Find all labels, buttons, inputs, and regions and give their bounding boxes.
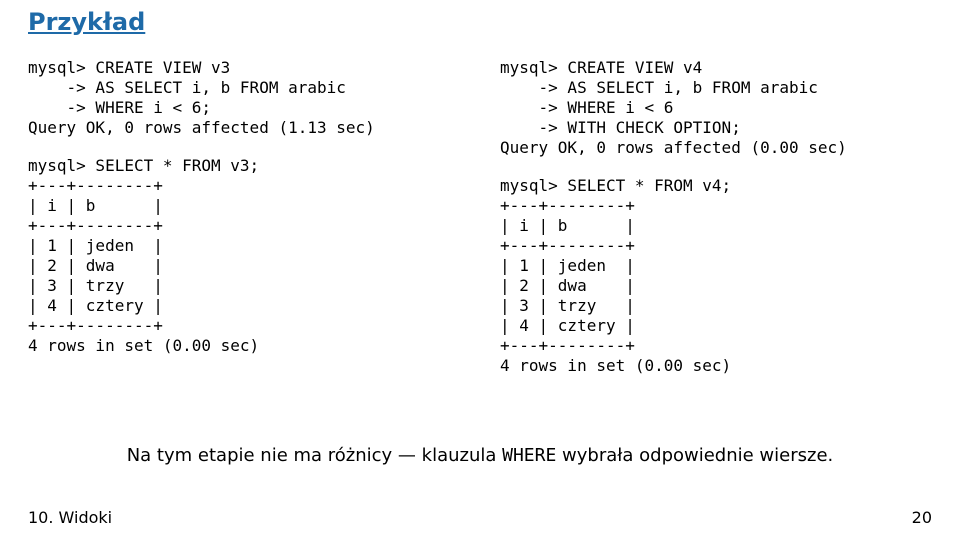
caption-pre: Na tym etapie nie ma różnicy — klauzula xyxy=(127,445,502,466)
slide: Przykład mysql> CREATE VIEW v3 -> AS SEL… xyxy=(0,0,960,537)
right-create-block: mysql> CREATE VIEW v4 -> AS SELECT i, b … xyxy=(500,58,932,158)
left-select-block: mysql> SELECT * FROM v3; +---+--------+ … xyxy=(28,156,460,356)
left-column: mysql> CREATE VIEW v3 -> AS SELECT i, b … xyxy=(28,58,460,376)
right-select-block: mysql> SELECT * FROM v4; +---+--------+ … xyxy=(500,176,932,376)
columns: mysql> CREATE VIEW v3 -> AS SELECT i, b … xyxy=(28,58,932,376)
footer: 10. Widoki 20 xyxy=(28,508,932,527)
footer-right: 20 xyxy=(912,508,932,527)
slide-title: Przykład xyxy=(28,8,145,36)
right-column: mysql> CREATE VIEW v4 -> AS SELECT i, b … xyxy=(500,58,932,376)
caption: Na tym etapie nie ma różnicy — klauzula … xyxy=(0,445,960,466)
caption-code: WHERE xyxy=(502,445,556,466)
footer-left: 10. Widoki xyxy=(28,508,112,527)
left-create-block: mysql> CREATE VIEW v3 -> AS SELECT i, b … xyxy=(28,58,460,138)
caption-post: wybrała odpowiednie wiersze. xyxy=(556,445,833,466)
